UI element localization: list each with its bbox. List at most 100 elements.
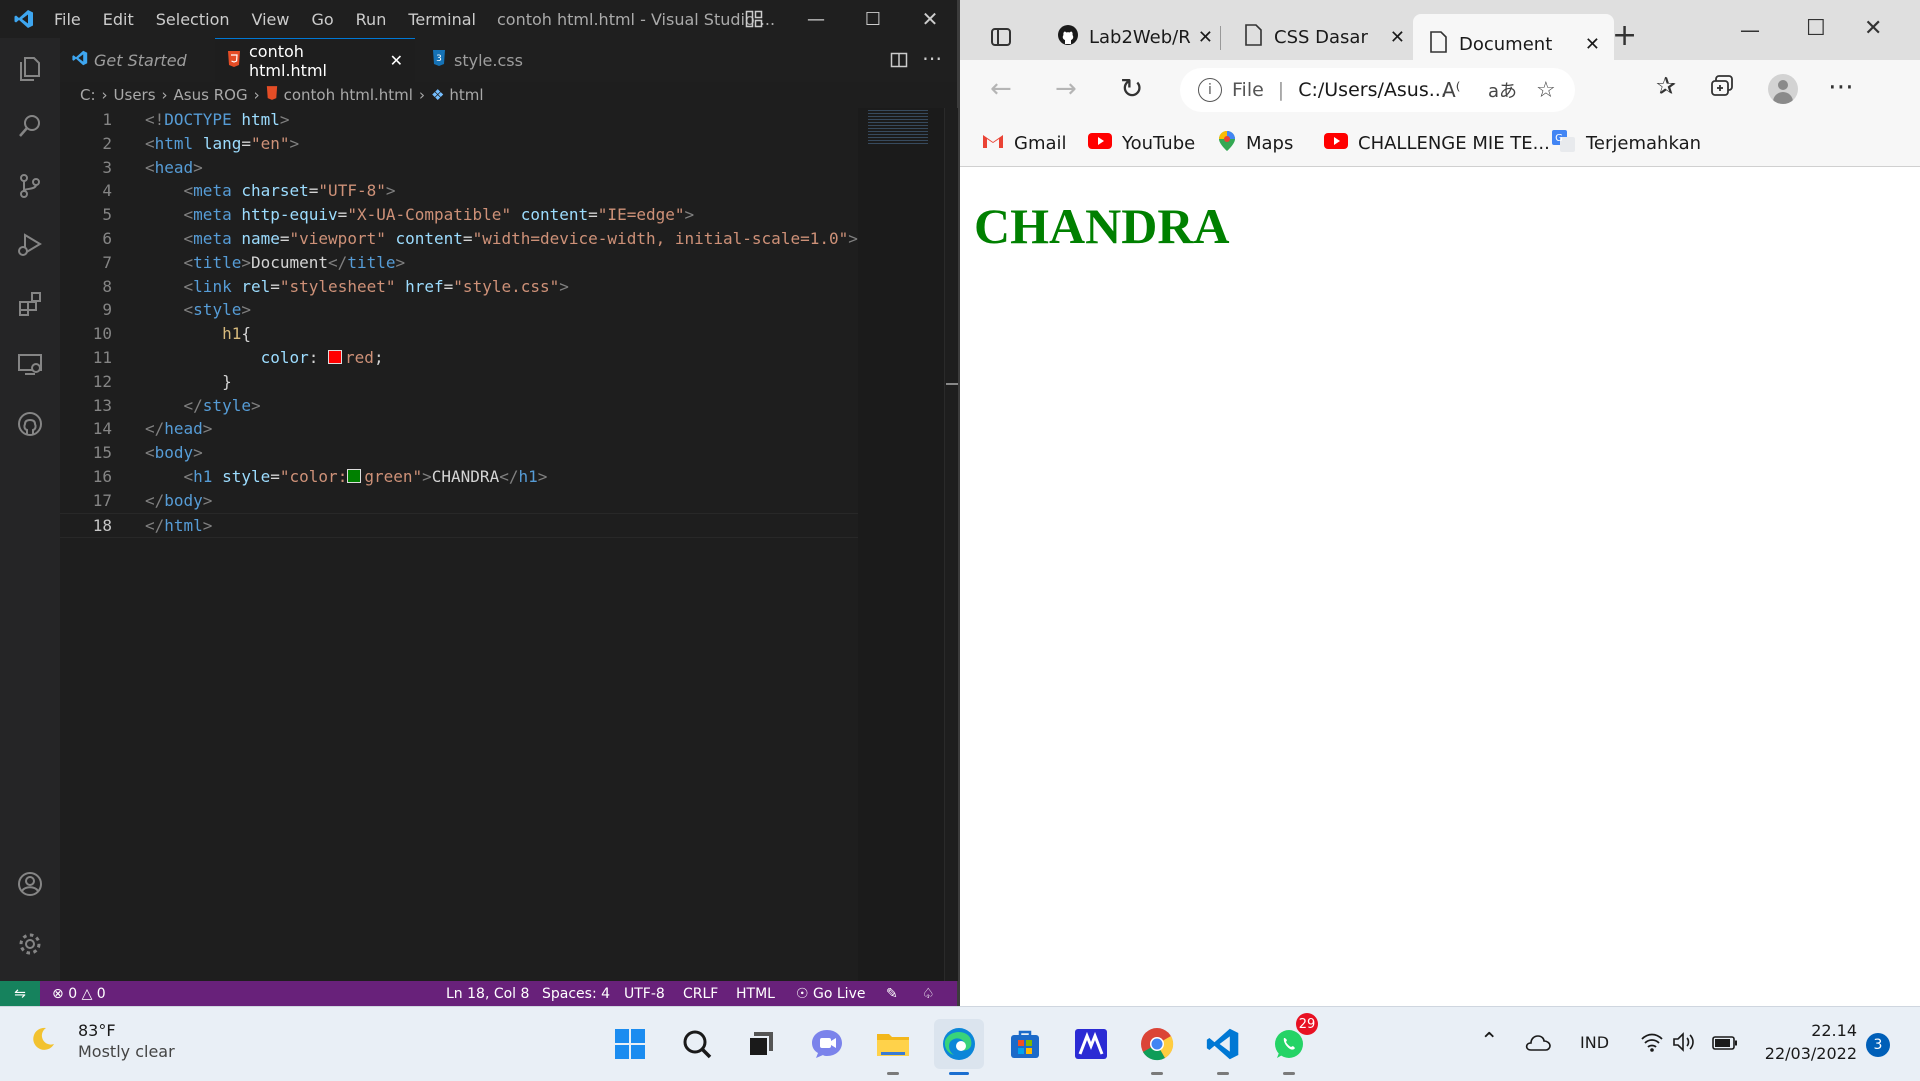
code-line[interactable]: 17 </body>	[60, 489, 860, 513]
refresh-icon[interactable]: ↻	[1120, 72, 1143, 105]
start-button[interactable]	[605, 1019, 655, 1069]
favorite-terjemahkan[interactable]: G Terjemahkan	[1552, 120, 1701, 166]
favorites-icon[interactable]: ✰	[1656, 72, 1676, 100]
code-line[interactable]: 2 <html lang="en">	[60, 132, 860, 156]
task-view-icon[interactable]	[736, 1019, 786, 1069]
search-icon[interactable]	[672, 1019, 722, 1069]
new-tab-button[interactable]: +	[1612, 18, 1637, 53]
settings-menu-icon[interactable]: ⋯	[1828, 72, 1854, 102]
clock[interactable]: 22.14 22/03/2022	[1762, 1021, 1857, 1063]
forward-arrow-icon[interactable]: →	[1055, 74, 1077, 104]
menu-item-run[interactable]: Run	[356, 10, 387, 29]
explorer-icon[interactable]	[10, 48, 50, 88]
search-icon[interactable]	[10, 106, 50, 146]
code-line[interactable]: 5 <meta http-equiv="X-UA-Compatible" con…	[60, 203, 860, 227]
volume-icon[interactable]	[1672, 1031, 1696, 1057]
translate-icon[interactable]: aあ	[1488, 77, 1517, 103]
read-aloud-icon[interactable]: A⁽	[1442, 78, 1461, 102]
remote-icon[interactable]: ⇋	[0, 981, 40, 1006]
minimize-button[interactable]: —	[788, 0, 844, 38]
menu-item-edit[interactable]: Edit	[103, 10, 134, 29]
menu-item-go[interactable]: Go	[311, 10, 333, 29]
indentation[interactable]: Spaces: 4	[542, 981, 610, 1006]
code-line[interactable]: 13 </style>	[60, 394, 860, 418]
browser-tab-css-dasar[interactable]: CSS Dasar ✕	[1230, 14, 1419, 60]
menu-item-terminal[interactable]: Terminal	[408, 10, 476, 29]
tab-actions-icon[interactable]	[990, 26, 1012, 52]
accounts-icon[interactable]	[10, 864, 50, 904]
menu-item-file[interactable]: File	[54, 10, 81, 29]
run-debug-icon[interactable]	[10, 224, 50, 264]
color-swatch[interactable]	[347, 468, 362, 483]
chrome-icon[interactable]	[1132, 1019, 1182, 1075]
minimap[interactable]	[858, 108, 944, 981]
close-button[interactable]: ✕	[902, 0, 958, 38]
close-tab-icon[interactable]: ✕	[1198, 27, 1213, 48]
file-explorer-icon[interactable]	[868, 1019, 918, 1075]
code-line[interactable]: 18 </html>	[60, 512, 860, 539]
problems-indicator[interactable]: ⊗ 0 △ 0	[52, 981, 106, 1006]
encoding[interactable]: UTF-8	[624, 981, 665, 1006]
tab-get-started[interactable]: Get Started	[60, 38, 210, 82]
code-line[interactable]: 11 color: red;	[60, 346, 860, 370]
tab-contoh-html[interactable]: contoh html.html ✕	[215, 38, 415, 82]
browser-tab-lab2web[interactable]: Lab2Web/R ✕	[1045, 14, 1227, 60]
remote-explorer-icon[interactable]	[10, 344, 50, 384]
battery-icon[interactable]	[1712, 1035, 1738, 1054]
code-line[interactable]: 10 h1{	[60, 322, 860, 346]
code-line[interactable]: 9 <style>	[60, 298, 860, 322]
code-line[interactable]: 4 <meta charset="UTF-8">	[60, 179, 860, 203]
maximize-button[interactable]: ☐	[845, 0, 901, 38]
color-swatch[interactable]	[328, 349, 343, 364]
menu-item-selection[interactable]: Selection	[156, 10, 230, 29]
favorite-maps[interactable]: Maps	[1218, 120, 1293, 166]
vectorize-app-icon[interactable]	[1066, 1019, 1116, 1069]
back-arrow-icon[interactable]: ←	[990, 74, 1012, 104]
favorite-challenge[interactable]: CHALLENGE MIE TE...	[1324, 120, 1550, 166]
tab-style-css[interactable]: 3 style.css	[420, 38, 560, 82]
code-line[interactable]: 12 }	[60, 370, 860, 394]
code-line[interactable]: 6 <meta name="viewport" content="width=d…	[60, 227, 860, 251]
code-line[interactable]: 8 <link rel="stylesheet" href="style.css…	[60, 275, 860, 299]
breadcrumb-item[interactable]: contoh html.html	[284, 86, 413, 104]
onedrive-cloud-icon[interactable]	[1525, 1033, 1551, 1055]
code-line[interactable]: 14 </head>	[60, 417, 860, 441]
code-line[interactable]: 15 <body>	[60, 441, 860, 465]
input-language[interactable]: IND	[1580, 1033, 1609, 1052]
breadcrumb-item[interactable]: Asus ROG	[174, 86, 248, 104]
code-editor[interactable]: 1 <!DOCTYPE html> 2 <html lang="en"> 3 <head>…	[60, 108, 860, 981]
extensions-icon[interactable]	[10, 284, 50, 324]
more-actions-icon[interactable]: ⋯	[922, 46, 942, 70]
favorite-youtube[interactable]: YouTube	[1088, 120, 1195, 166]
show-hidden-icons-chevron[interactable]: ⌃	[1480, 1029, 1498, 1054]
code-line[interactable]: 3 <head>	[60, 156, 860, 180]
cursor-position[interactable]: Ln 18, Col 8	[446, 981, 529, 1006]
layout-icon[interactable]	[745, 10, 763, 32]
weather-widget[interactable]: 83°F Mostly clear	[28, 1021, 175, 1061]
minimize-button[interactable]: —	[1740, 18, 1760, 42]
close-button[interactable]: ✕	[1864, 16, 1882, 41]
code-line[interactable]: 7 <title>Document</title>	[60, 251, 860, 275]
line-ending[interactable]: CRLF	[683, 981, 718, 1006]
notifications-bell-icon[interactable]: ♤	[922, 981, 935, 1006]
language-mode[interactable]: HTML	[736, 981, 775, 1006]
feedback-icon[interactable]: ✎	[886, 981, 898, 1006]
close-tab-icon[interactable]: ✕	[1585, 34, 1600, 55]
settings-gear-icon[interactable]	[10, 924, 50, 964]
code-line[interactable]: 1 <!DOCTYPE html>	[60, 108, 860, 132]
breadcrumb-item[interactable]: html	[449, 86, 483, 104]
menu-item-view[interactable]: View	[252, 10, 290, 29]
split-editor-icon[interactable]	[890, 51, 908, 73]
collections-icon[interactable]	[1710, 74, 1734, 102]
breadcrumb-item[interactable]: Users	[114, 86, 156, 104]
go-live-button[interactable]: ☉ Go Live	[796, 981, 865, 1006]
whatsapp-icon[interactable]: 29	[1264, 1013, 1318, 1075]
edge-taskbar-icon[interactable]	[934, 1019, 984, 1075]
notification-badge[interactable]: 3	[1866, 1033, 1890, 1057]
code-line[interactable]: 16 <h1 style="color: green">CHANDRA</h1>	[60, 465, 860, 489]
favorite-gmail[interactable]: Gmail	[982, 120, 1067, 166]
maximize-button[interactable]: ☐	[1806, 16, 1826, 41]
close-tab-icon[interactable]: ✕	[1390, 27, 1405, 48]
add-favorite-icon[interactable]: ☆	[1536, 78, 1556, 103]
github-icon[interactable]	[10, 404, 50, 444]
